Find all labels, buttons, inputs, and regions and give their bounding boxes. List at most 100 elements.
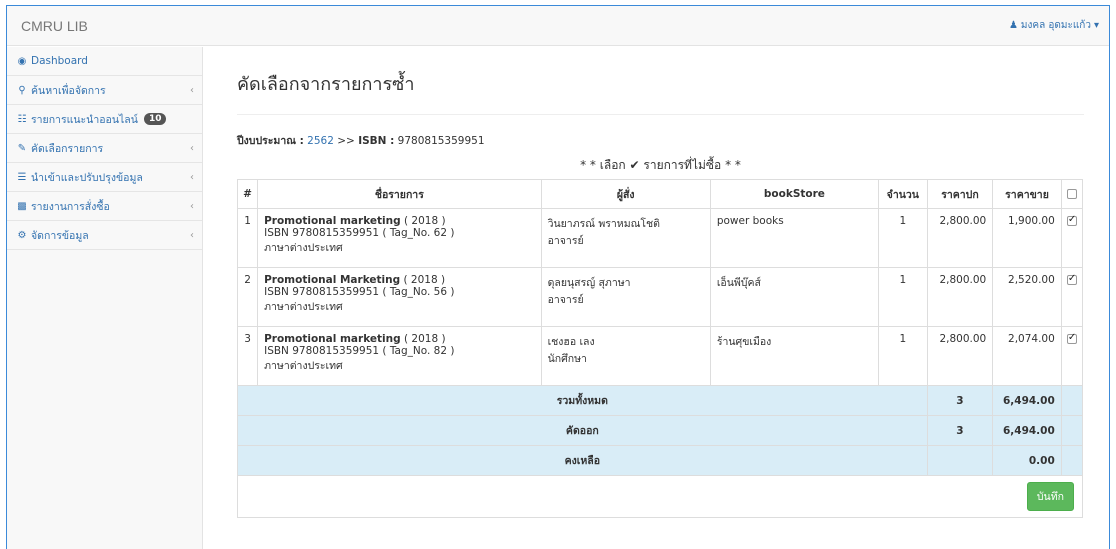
sidebar: ◉ Dashboard ⚲ ค้นหาเพื่อจัดการ ‹ ☷ รายกา… xyxy=(7,47,203,549)
sidebar-item-content: ⚙ จัดการข้อมูล xyxy=(17,227,89,244)
orderer-name: ดุลยนุสรญ์ สุภาษา xyxy=(547,277,631,289)
table-row: 1 Promotional marketing ( 2018 ) ISBN 97… xyxy=(236,208,1084,268)
orderer-cell: ดุลยนุสรญ์ สุภาษา อาจารย์ xyxy=(540,267,711,327)
table-row: 3 Promotional marketing ( 2018 ) ISBN 97… xyxy=(236,326,1084,386)
orderer-name: เชงฮอ เลง xyxy=(547,336,595,348)
item-title: Promotional marketing xyxy=(264,333,401,345)
item-isbn: ISBN 9780815359951 ( Tag_No. 82 ) xyxy=(264,345,455,357)
sliders-icon: ⚙ xyxy=(17,229,27,241)
col-header-cover-price: ราคาปก xyxy=(926,179,994,209)
app-window: CMRU LIB ♟ มงคล อุดมะแก้ว ▾ ◉ Dashboard … xyxy=(6,5,1110,549)
summary-count: 3 xyxy=(926,385,994,416)
cart-icon: ☷ xyxy=(17,113,27,125)
summary-row: รวมทั้งหมด 3 6,494.00 xyxy=(237,385,1084,416)
isbn-label: ISBN : xyxy=(358,135,395,147)
orderer-role: นักศึกษา xyxy=(547,353,587,365)
row-checkbox-cell xyxy=(1060,326,1084,386)
orderer-cell: วินยาภรณ์ พราหมณโชติ อาจารย์ xyxy=(540,208,711,268)
check-icon: ✔ xyxy=(629,158,640,172)
orderer-cell: เชงฮอ เลง นักศึกษา xyxy=(540,326,711,386)
sale-price-cell: 2,074.00 xyxy=(992,326,1062,386)
cover-price-cell: 2,800.00 xyxy=(926,326,994,386)
brand-logo[interactable]: CMRU LIB xyxy=(21,18,88,34)
orderer-role: อาจารย์ xyxy=(547,235,584,247)
orderer-role: อาจารย์ xyxy=(547,294,584,306)
chevron-left-icon: ‹ xyxy=(190,171,194,183)
table-caption: * * เลือก ✔ รายการที่ไม่ซื้อ * * xyxy=(237,156,1084,175)
notification-badge: 10 xyxy=(143,113,167,125)
row-number: 3 xyxy=(236,326,259,386)
summary-label: คัดออก xyxy=(237,415,928,446)
divider xyxy=(237,114,1084,115)
col-header-quantity: จำนวน xyxy=(878,179,928,209)
database-icon: ☰ xyxy=(17,171,27,183)
budget-year-link[interactable]: 2562 xyxy=(307,135,334,147)
chevron-left-icon: ‹ xyxy=(190,200,194,212)
save-button[interactable]: บันทึก xyxy=(1026,482,1074,511)
select-all-checkbox[interactable] xyxy=(1066,189,1077,199)
sidebar-item[interactable]: ⚙ จัดการข้อมูล ‹ xyxy=(7,221,202,250)
item-language: ภาษาต่างประเทศ xyxy=(264,301,343,313)
summary-empty-cell xyxy=(1060,415,1084,446)
item-cell: Promotional marketing ( 2018 ) ISBN 9780… xyxy=(257,326,542,386)
user-icon: ♟ xyxy=(1008,20,1018,31)
table-row: 2 Promotional Marketing ( 2018 ) ISBN 97… xyxy=(236,267,1084,327)
sidebar-item-label: Dashboard xyxy=(31,55,88,67)
item-cell: Promotional Marketing ( 2018 ) ISBN 9780… xyxy=(257,267,542,327)
sidebar-item-content: ☰ นำเข้าและปรับปรุงข้อมูล xyxy=(17,169,143,186)
col-header-orderer: ผู้สั่ง xyxy=(540,179,711,209)
chevron-left-icon: ‹ xyxy=(190,142,194,154)
sale-price-cell: 1,900.00 xyxy=(992,208,1062,268)
summary-count: 3 xyxy=(926,415,994,446)
bookstore-cell: power books xyxy=(709,208,880,268)
cover-price-cell: 2,800.00 xyxy=(926,267,994,327)
cover-price-cell: 2,800.00 xyxy=(926,208,994,268)
item-year: ( 2018 ) xyxy=(403,333,446,345)
quantity-cell: 1 xyxy=(878,267,928,327)
top-navbar: CMRU LIB ♟ มงคล อุดมะแก้ว ▾ xyxy=(7,6,1109,46)
col-header-title: ชื่อรายการ xyxy=(257,179,542,209)
sidebar-item[interactable]: ⚲ ค้นหาเพื่อจัดการ ‹ xyxy=(7,76,202,105)
quantity-cell: 1 xyxy=(878,326,928,386)
quantity-cell: 1 xyxy=(878,208,928,268)
chevron-left-icon: ‹ xyxy=(190,229,194,241)
bookstore-cell: เอ็นพีบุ๊คส์ xyxy=(709,267,880,327)
user-menu[interactable]: ♟ มงคล อุดมะแก้ว ▾ xyxy=(1009,18,1099,33)
summary-empty-cell xyxy=(1060,445,1084,476)
row-checkbox[interactable] xyxy=(1066,273,1077,285)
summary-count xyxy=(926,445,994,476)
sidebar-item-content: ◉ Dashboard xyxy=(17,55,88,67)
caption-text-after: รายการที่ไม่ซื้อ * * xyxy=(643,158,741,172)
sidebar-item-content: ☷ รายการแนะนำออนไลน์ 10 xyxy=(17,111,167,128)
summary-row: คงเหลือ 0.00 xyxy=(237,445,1084,476)
sidebar-item[interactable]: ▩ รายงานการสั่งซื้อ ‹ xyxy=(7,192,202,221)
sidebar-item[interactable]: ☰ นำเข้าและปรับปรุงข้อมูล ‹ xyxy=(7,163,202,192)
row-checkbox[interactable] xyxy=(1066,332,1077,344)
item-year: ( 2018 ) xyxy=(403,274,446,286)
sidebar-item-label: นำเข้าและปรับปรุงข้อมูล xyxy=(31,171,143,184)
table-footer-row: บันทึก xyxy=(237,475,1083,518)
row-checkbox[interactable] xyxy=(1066,214,1077,226)
col-header-sale-price: ราคาขาย xyxy=(992,179,1062,209)
col-header-number: # xyxy=(236,179,259,209)
sidebar-item[interactable]: ✎ คัดเลือกรายการ ‹ xyxy=(7,134,202,163)
bar-chart-icon: ▩ xyxy=(17,200,27,212)
main-content: คัดเลือกจากรายการซ้ำ ปีงบประมาณ : 2562 >… xyxy=(236,47,1084,518)
row-number: 1 xyxy=(236,208,259,268)
item-language: ภาษาต่างประเทศ xyxy=(264,242,343,254)
sidebar-item-label: คัดเลือกรายการ xyxy=(31,142,104,155)
breadcrumb-separator: >> xyxy=(337,135,355,147)
sidebar-item[interactable]: ☷ รายการแนะนำออนไลน์ 10 xyxy=(7,105,202,134)
summary-label: คงเหลือ xyxy=(237,445,928,476)
sidebar-item-label: จัดการข้อมูล xyxy=(31,229,89,242)
summary-row: คัดออก 3 6,494.00 xyxy=(237,415,1084,446)
chevron-left-icon: ‹ xyxy=(190,84,194,96)
page-title: คัดเลือกจากรายการซ้ำ xyxy=(237,74,415,95)
sidebar-item-content: ▩ รายงานการสั่งซื้อ xyxy=(17,198,110,215)
col-header-bookstore: bookStore xyxy=(709,179,880,209)
sidebar-item[interactable]: ◉ Dashboard xyxy=(7,47,202,76)
sidebar-item-label: รายงานการสั่งซื้อ xyxy=(31,200,110,213)
search-icon: ⚲ xyxy=(18,84,26,96)
duplicate-items-table: # ชื่อรายการ ผู้สั่ง bookStore จำนวน ราค… xyxy=(236,179,1084,518)
table-header-row: # ชื่อรายการ ผู้สั่ง bookStore จำนวน ราค… xyxy=(236,179,1084,209)
